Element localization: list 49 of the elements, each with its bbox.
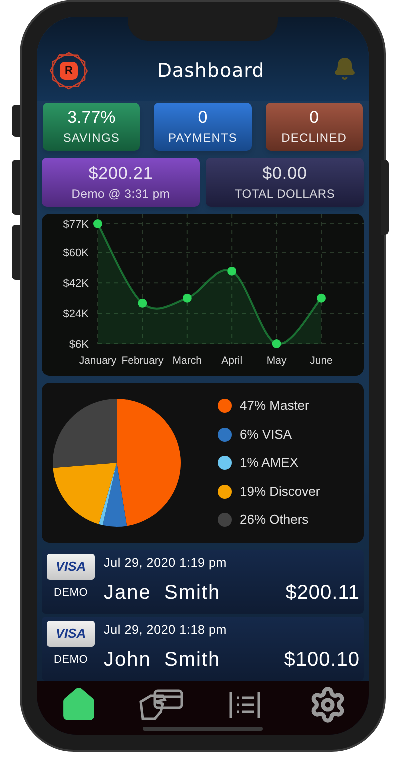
transaction-row[interactable]: VISA DEMO Jul 29, 2020 1:18 pm John Smith $100.10 xyxy=(42,617,364,681)
summary-value: $0.00 xyxy=(262,162,308,184)
card-brand-logo: VISA xyxy=(47,554,95,580)
legend-label: 19% Discover xyxy=(240,482,320,501)
legend-label: 47% Master xyxy=(240,397,310,416)
transaction-amount: $200.11 xyxy=(286,581,360,606)
data-point xyxy=(94,220,102,228)
stat-value: 3.77% xyxy=(68,107,116,129)
list-icon xyxy=(228,690,262,720)
axis-label: March xyxy=(172,355,202,367)
demo-tag: DEMO xyxy=(54,585,88,602)
page-title: Dashboard xyxy=(157,58,265,84)
logo-badge: R xyxy=(60,62,78,80)
axis-label: May xyxy=(266,355,287,367)
legend-label: 1% AMEX xyxy=(240,454,299,472)
summary-label: TOTAL DOLLARS xyxy=(234,186,336,202)
summary-value: $200.21 xyxy=(88,162,154,184)
card-in-hand-icon xyxy=(138,688,184,722)
stat-label: SAVINGS xyxy=(63,130,120,147)
axis-label: $6K xyxy=(69,339,89,351)
summary-label: Demo @ 3:31 pm xyxy=(72,186,170,202)
stat-label: DECLINED xyxy=(282,130,348,147)
transaction-date: Jul 29, 2020 1:18 pm xyxy=(104,622,228,639)
legend-label: 26% Others xyxy=(240,511,309,530)
axis-label: $77K xyxy=(63,219,89,231)
transaction-amount: $100.10 xyxy=(284,648,360,673)
data-point xyxy=(228,266,237,276)
axis-label: $42K xyxy=(63,278,89,290)
axis-label: January xyxy=(79,355,117,367)
transaction-date: Jul 29, 2020 1:19 pm xyxy=(104,555,228,572)
logo-ring-icon xyxy=(49,51,89,91)
axis-label: February xyxy=(122,355,164,367)
customer-name: John Smith xyxy=(104,648,221,673)
customer-name: Jane Smith xyxy=(104,581,221,606)
demo-tag: DEMO xyxy=(54,652,88,668)
stat-value: 0 xyxy=(310,107,320,129)
data-point xyxy=(182,294,192,303)
legend-label: 6% VISA xyxy=(240,426,292,444)
stat-value: 0 xyxy=(198,107,208,129)
data-point xyxy=(138,298,148,308)
axis-label: $60K xyxy=(63,248,89,260)
axis-label: April xyxy=(222,355,243,367)
axis-label: $24K xyxy=(63,308,89,321)
data-point xyxy=(317,294,326,303)
card-brand-logo: VISA xyxy=(47,621,95,647)
data-point xyxy=(272,340,282,348)
axis-label: June xyxy=(310,355,333,367)
stat-label: PAYMENTS xyxy=(168,130,238,147)
transaction-row[interactable]: VISA DEMO Jul 29, 2020 1:19 pm Jane Smith $200.11 xyxy=(42,550,364,614)
